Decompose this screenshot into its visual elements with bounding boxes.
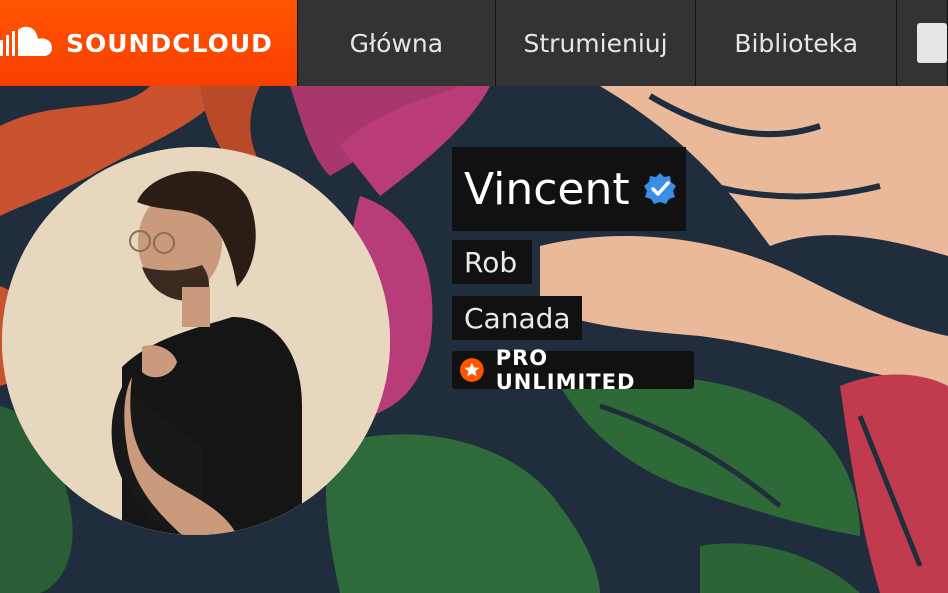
top-navigation-bar: SOUNDCLOUD Główna Strumieniuj Biblioteka [0,0,948,86]
nav-overflow[interactable] [897,0,948,86]
nav-home[interactable]: Główna [297,0,496,86]
profile-display-name: Vincent [464,163,630,215]
logo-text: SOUNDCLOUD [66,28,273,58]
star-icon [460,358,484,382]
profile-name-box: Vincent [452,147,686,231]
pro-unlimited-badge[interactable]: PRO UNLIMITED [452,346,694,394]
soundcloud-logo[interactable]: SOUNDCLOUD [0,0,298,86]
nav-stream[interactable]: Strumieniuj [496,0,697,86]
profile-avatar[interactable] [2,147,390,535]
soundcloud-cloud-icon [0,26,52,56]
search-box-edge[interactable] [917,23,947,63]
pro-badge-label: PRO UNLIMITED [495,346,636,394]
profile-first-name: Rob [452,240,532,284]
avatar-photo [2,147,390,535]
verified-check-icon [643,173,676,204]
nav-library[interactable]: Biblioteka [696,0,897,86]
profile-country: Canada [452,296,582,340]
